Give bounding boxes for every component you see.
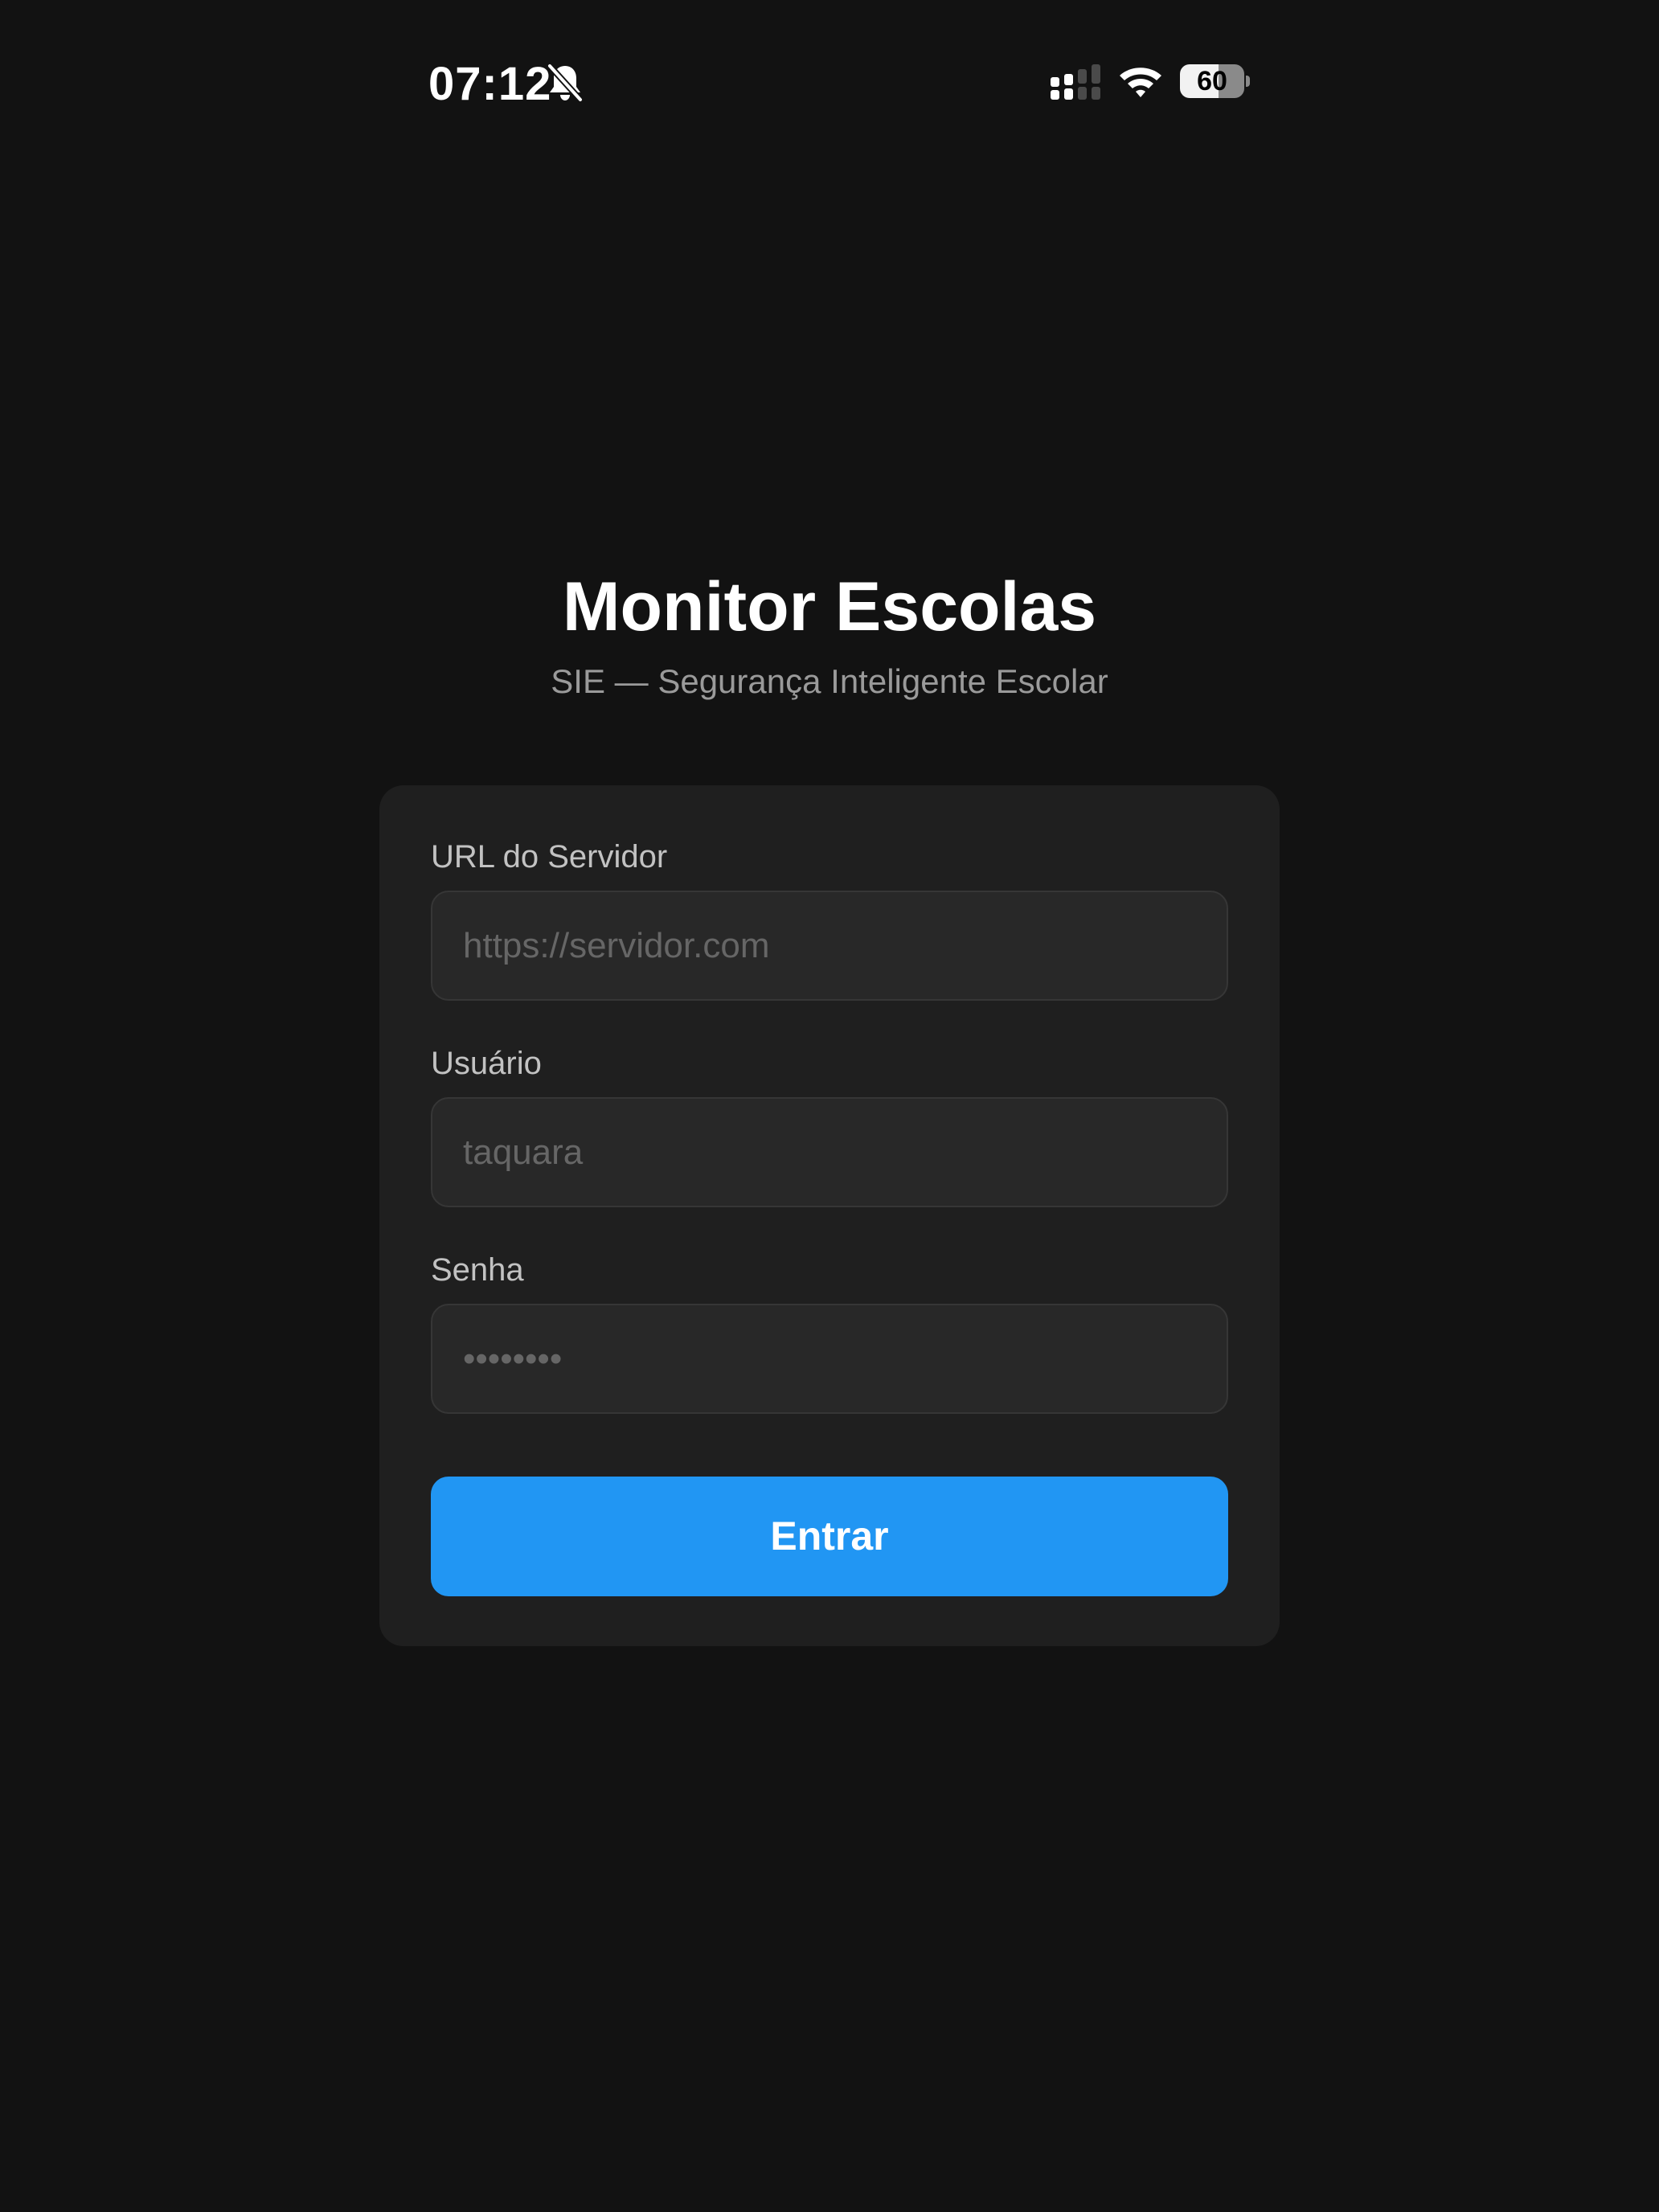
username-input[interactable] xyxy=(431,1097,1228,1207)
login-card: URL do Servidor Usuário Senha Entrar xyxy=(379,785,1280,1646)
password-label: Senha xyxy=(431,1252,524,1288)
username-label: Usuário xyxy=(431,1046,542,1081)
app-subtitle: SIE — Segurança Inteligente Escolar xyxy=(551,662,1108,700)
server-url-input[interactable] xyxy=(431,891,1228,1001)
login-button[interactable]: Entrar xyxy=(431,1477,1228,1596)
server-url-label: URL do Servidor xyxy=(431,839,668,875)
status-time: 07:12 xyxy=(428,58,552,110)
password-input[interactable] xyxy=(431,1304,1228,1414)
battery-level: 60 xyxy=(1197,66,1227,96)
battery-icon: 60 xyxy=(1180,64,1251,100)
signal-icon xyxy=(1051,64,1100,100)
wifi-icon xyxy=(1120,68,1161,97)
app-title: Monitor Escolas xyxy=(562,568,1097,645)
bell-slash-icon xyxy=(547,63,584,103)
status-bar: 07:12 60 xyxy=(0,0,1659,169)
login-screen: 07:12 60 Monitor Escolas SIE — Segurança… xyxy=(0,0,1659,2212)
